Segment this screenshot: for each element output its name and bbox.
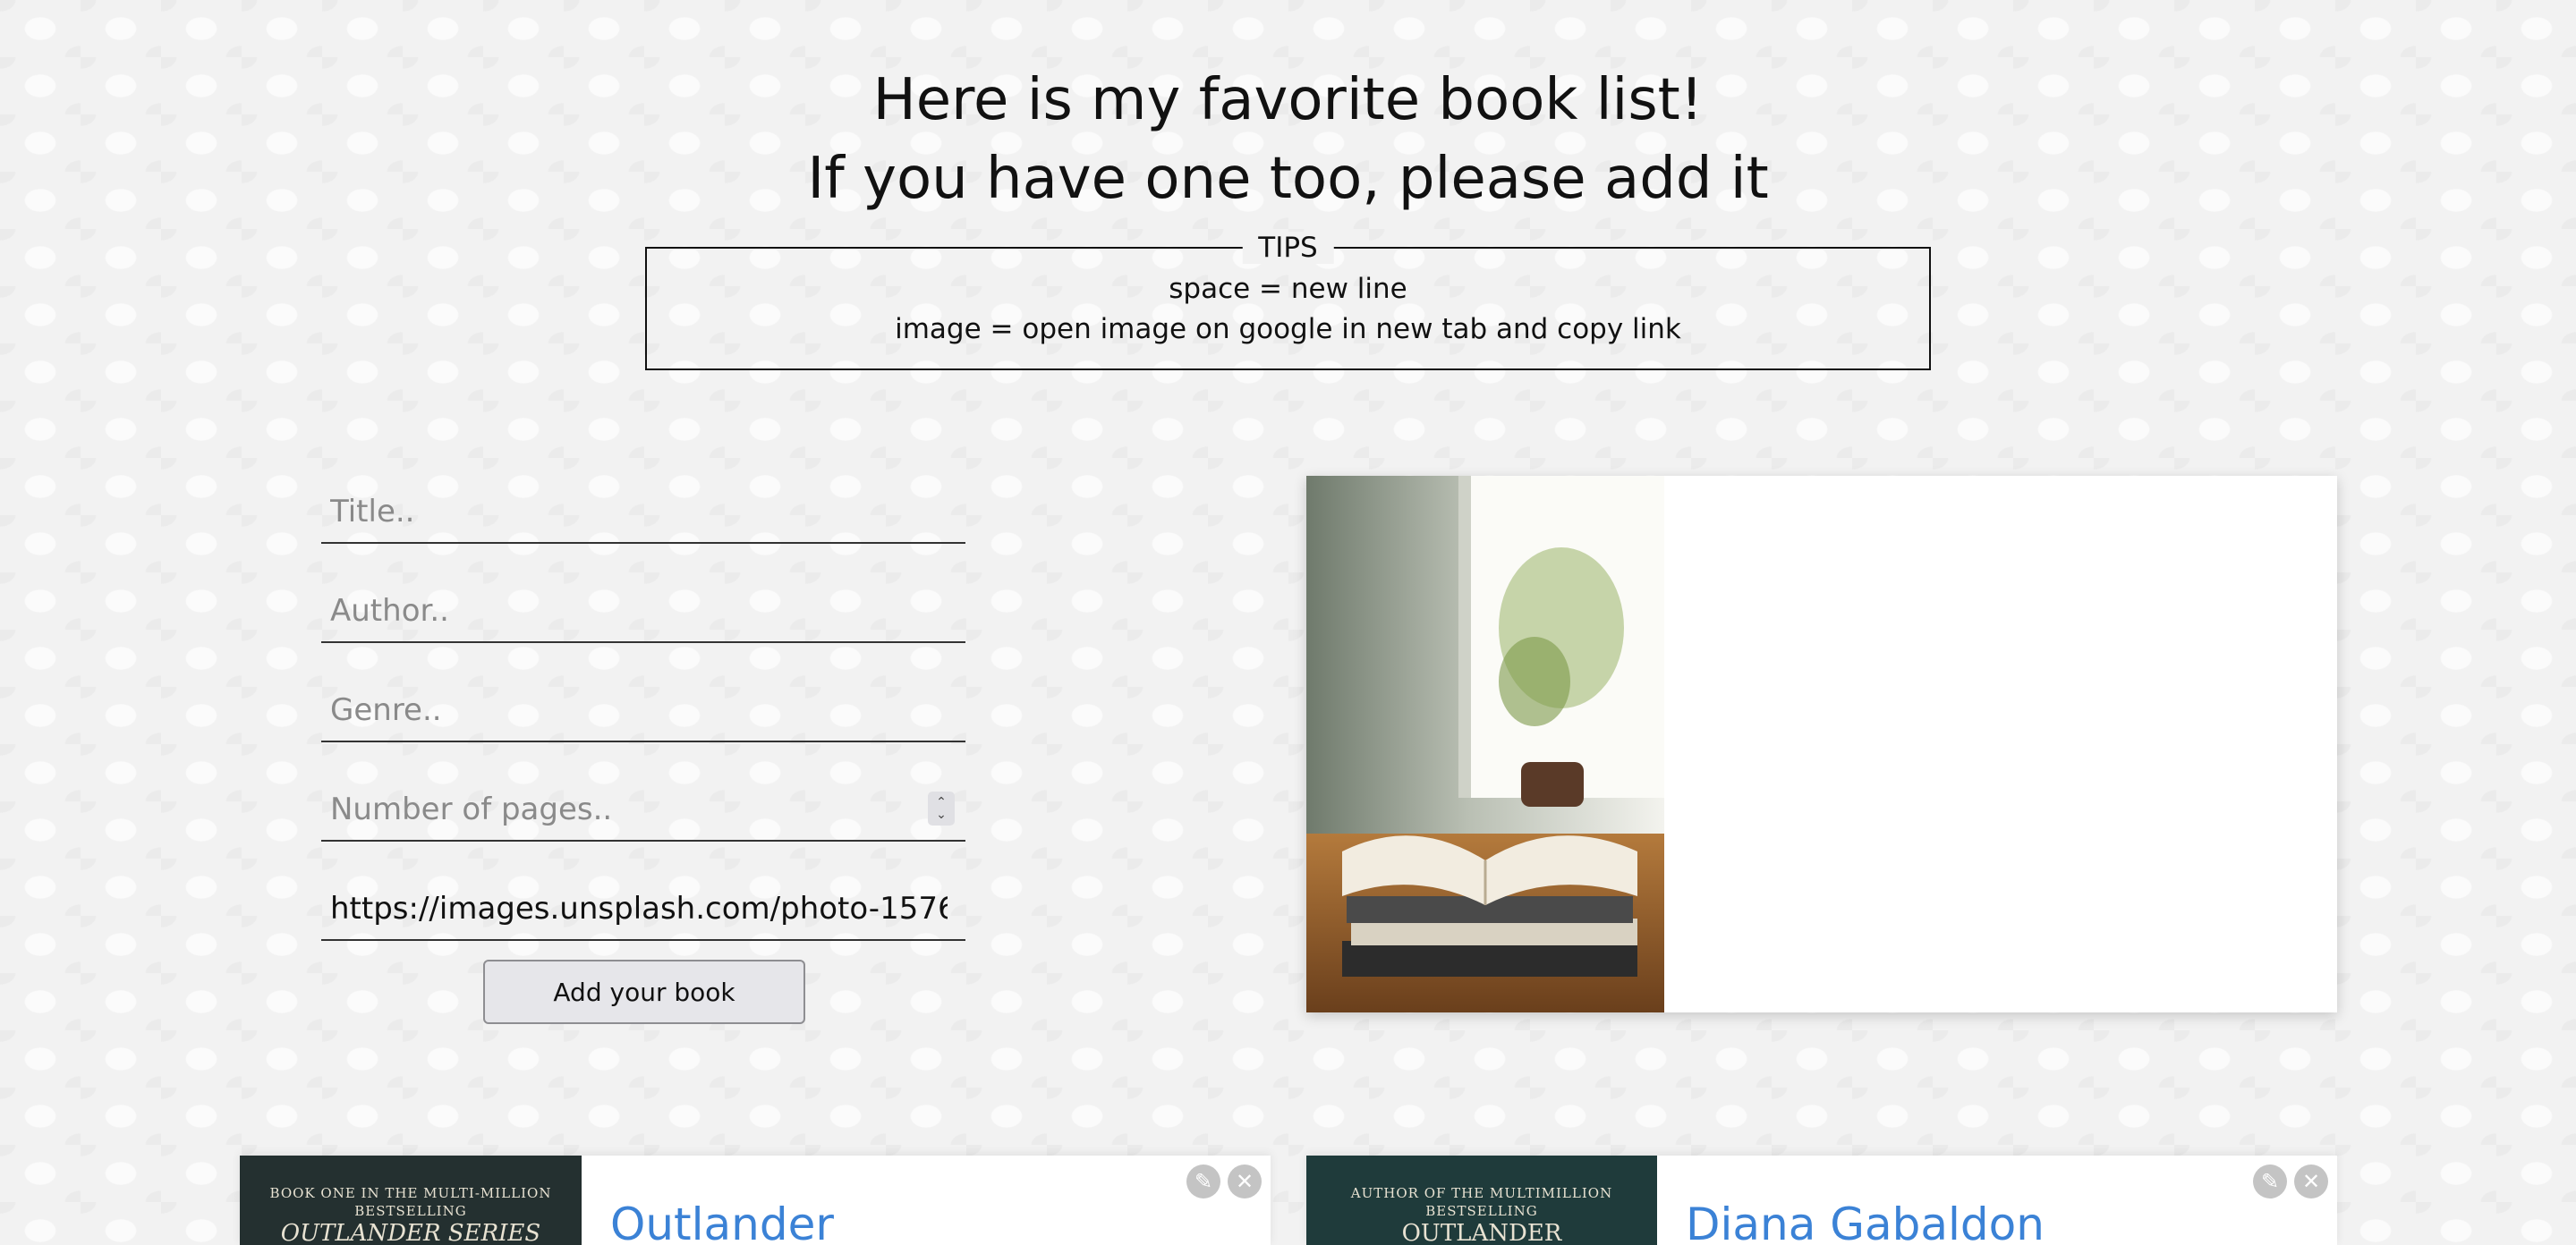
book-cover-image: BOOK ONE IN THE MULTI-MILLION BESTSELLIN… [240,1156,582,1245]
chevron-down-icon[interactable]: ⌄ [936,809,947,821]
title-input[interactable] [330,487,948,537]
card-actions: ✎ ✕ [2253,1165,2328,1198]
book-stack-photo [1306,476,1664,1012]
tips-label: TIPS [1242,232,1334,264]
chevron-up-icon[interactable]: ⌃ [936,796,947,809]
author-field [321,575,965,643]
page-title: Here is my favorite book list! If you ha… [0,61,2576,218]
close-icon[interactable]: ✕ [1228,1165,1262,1198]
cover-tagline: BOOK ONE IN THE MULTI-MILLION BESTSELLIN… [269,1185,552,1219]
cover-tagline: AUTHOR OF THE MULTIMILLION BESTSELLING [1350,1185,1613,1219]
book-title-link[interactable]: Diana Gabaldon [1686,1198,2045,1245]
book-cover-image: AUTHOR OF THE MULTIMILLION BESTSELLING O… [1306,1156,1657,1245]
image-url-field [321,873,965,941]
pencil-icon[interactable]: ✎ [1186,1165,1220,1198]
book-preview-card [1306,476,2337,1012]
genre-input[interactable] [330,685,948,735]
tip-line: image = open image on google in new tab … [895,313,1681,345]
close-icon[interactable]: ✕ [2294,1165,2328,1198]
book-card: AUTHOR OF THE MULTIMILLION BESTSELLING O… [1306,1156,2337,1245]
title-line-1: Here is my favorite book list! [872,67,1704,133]
book-title-link[interactable]: Outlander [610,1198,834,1245]
genre-field [321,674,965,742]
tip-line: space = new line [1169,273,1407,305]
title-line-2: If you have one too, please add it [807,146,1769,212]
image-url-input[interactable] [330,884,948,934]
cover-series: OUTLANDER SERIES [280,1220,541,1245]
title-field [321,476,965,544]
pages-input[interactable] [330,784,948,834]
pencil-icon[interactable]: ✎ [2253,1165,2287,1198]
card-actions: ✎ ✕ [1186,1165,1262,1198]
cover-series: OUTLANDER [1401,1220,1562,1245]
author-input[interactable] [330,586,948,636]
pages-field: ⌃ ⌄ [321,774,965,842]
add-book-button[interactable]: Add your book [483,960,805,1024]
book-card: BOOK ONE IN THE MULTI-MILLION BESTSELLIN… [240,1156,1271,1245]
tips-box: TIPS space = new line image = open image… [645,232,1931,370]
pages-stepper[interactable]: ⌃ ⌄ [928,792,955,826]
